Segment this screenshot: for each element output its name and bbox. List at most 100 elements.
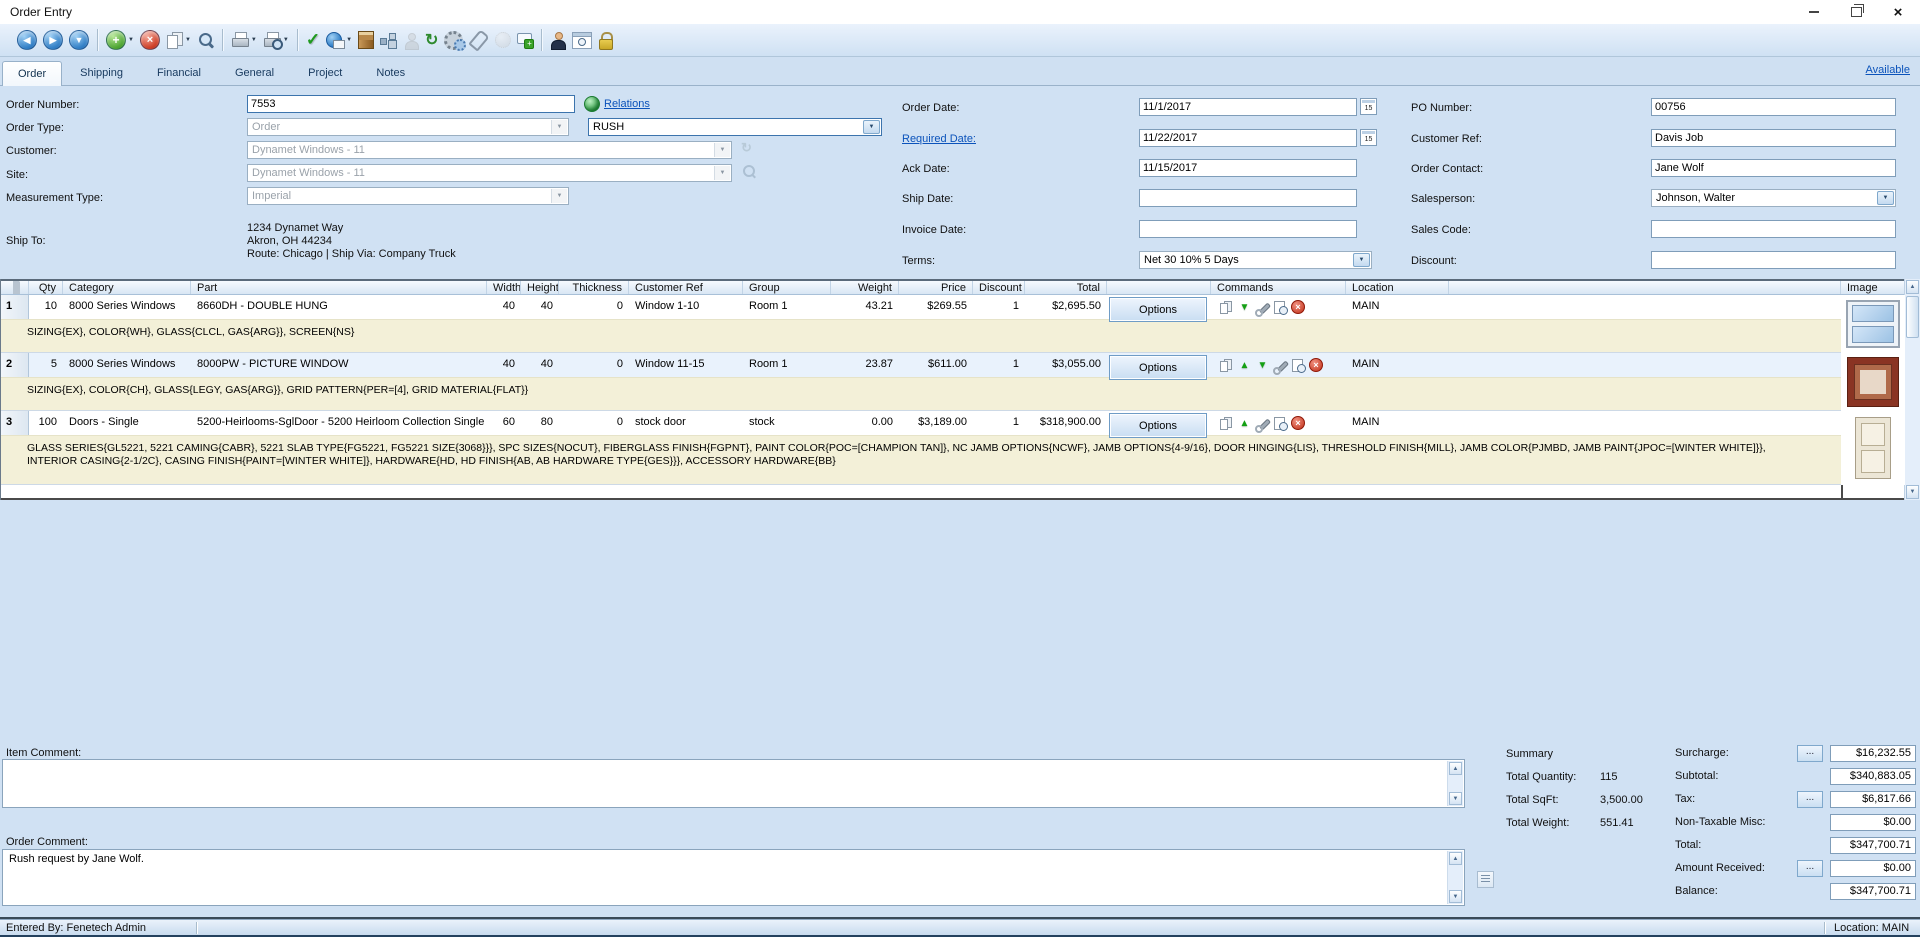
ship-date-input[interactable] [1139,189,1357,207]
delete-icon[interactable]: × [1291,416,1305,430]
chevron-down-icon[interactable]: ▼ [1353,253,1370,267]
tab-shipping[interactable]: Shipping [64,60,139,84]
table-row[interactable]: 3100Doors - Single5200-Heirlooms-SglDoor… [1,411,1905,485]
copy-icon[interactable] [1219,416,1234,431]
scroll-down-icon[interactable]: ▼ [1449,792,1462,805]
surcharge-more-button[interactable]: ... [1797,745,1823,762]
item-data-row[interactable]: 1108000 Series Windows8660DH - DOUBLE HU… [1,295,1841,319]
column-header-weight[interactable]: Weight [831,281,899,294]
discount-input[interactable] [1651,251,1896,269]
required-date-input[interactable] [1139,129,1357,147]
chevron-down-icon[interactable]: ▼ [1877,191,1894,205]
pricing-icon[interactable] [1273,300,1288,315]
relations-link[interactable]: Relations [604,98,650,110]
tab-notes[interactable]: Notes [360,60,421,84]
customer-button[interactable] [547,27,569,53]
amount-received-more-button[interactable]: ... [1797,860,1823,877]
scroll-up-icon[interactable]: ▲ [1449,852,1462,865]
item-comment-box[interactable]: ▲ ▼ [2,759,1465,808]
chevron-down-icon[interactable]: ▼ [128,37,134,43]
recycle-button[interactable]: ↻ [422,27,441,53]
column-header-discount[interactable]: Discount [973,281,1025,294]
back-button[interactable]: ◀ [14,27,40,53]
options-button[interactable]: Options [1109,355,1207,380]
order-date-calendar-icon[interactable]: 15 [1360,98,1377,115]
column-header-image[interactable]: Image [1841,281,1905,294]
table-row[interactable]: 1108000 Series Windows8660DH - DOUBLE HU… [1,295,1905,353]
order-date-input[interactable] [1139,98,1357,116]
scroll-down-icon[interactable]: ▼ [1449,890,1462,903]
move-down-icon[interactable]: ▼ [1237,300,1252,315]
scroll-down-icon[interactable]: ▼ [1906,485,1919,499]
customer-ref-input[interactable] [1651,129,1896,147]
tab-general[interactable]: General [219,60,290,84]
wrench-icon[interactable] [1273,358,1288,373]
delete-icon[interactable]: × [1291,300,1305,314]
validate-button[interactable]: ✓ [303,27,323,53]
po-number-input[interactable] [1651,98,1896,116]
settings-button[interactable] [441,27,466,53]
tree-button[interactable] [377,27,400,53]
chevron-down-icon[interactable]: ▼ [185,37,191,43]
wrench-icon[interactable] [1255,300,1270,315]
pricing-icon[interactable] [1273,416,1288,431]
print-button[interactable]: ▼ [228,27,260,53]
column-header-group[interactable]: Group [743,281,831,294]
item-comment-scrollbar[interactable]: ▲ ▼ [1447,761,1463,806]
column-header-price[interactable]: Price [899,281,973,294]
table-row[interactable]: 258000 Series Windows8000PW - PICTURE WI… [1,353,1905,411]
column-header-height[interactable]: Height [521,281,559,294]
restore-button[interactable] [1842,3,1870,21]
ack-date-input[interactable] [1139,159,1357,177]
forward-button[interactable]: ▶ [40,27,66,53]
attachment-button[interactable] [466,27,492,53]
delete-button[interactable]: × [137,27,163,53]
scrollbar-thumb[interactable] [1906,296,1919,338]
move-down-icon[interactable]: ▼ [1255,358,1270,373]
item-data-row[interactable]: 3100Doors - Single5200-Heirlooms-SglDoor… [1,411,1841,435]
order-contact-input[interactable] [1651,159,1896,177]
comment-add-button[interactable] [514,27,536,53]
scroll-up-icon[interactable]: ▲ [1449,762,1462,775]
required-date-calendar-icon[interactable]: 15 [1360,129,1377,146]
copy-icon[interactable] [1219,358,1234,373]
pricing-icon[interactable] [1291,358,1306,373]
tab-project[interactable]: Project [292,60,358,84]
rush-combo[interactable]: RUSH▼ [588,118,882,136]
order-comment-notes-button[interactable] [1477,871,1494,888]
invoice-date-input[interactable] [1139,220,1357,238]
column-header-category[interactable]: Category [63,281,191,294]
order-comment-scrollbar[interactable]: ▲ ▼ [1447,851,1463,904]
chevron-down-icon[interactable]: ▼ [283,37,289,43]
wrench-icon[interactable] [1255,416,1270,431]
copy-icon[interactable] [1219,300,1234,315]
salesperson-combo[interactable]: Johnson, Walter▼ [1651,189,1896,207]
move-up-icon[interactable]: ▲ [1237,416,1252,431]
delete-icon[interactable]: × [1309,358,1323,372]
available-link[interactable]: Available [1866,64,1910,76]
order-number-input[interactable] [247,95,575,113]
download-button[interactable]: ▼ [66,27,92,53]
toolbar-drag-handle[interactable] [8,30,10,50]
column-header-qty[interactable]: Qty [29,281,63,294]
chevron-down-icon[interactable]: ▼ [251,37,257,43]
minimize-button[interactable] [1800,3,1828,21]
sales-code-input[interactable] [1651,220,1896,238]
order-comment-box[interactable]: Rush request by Jane Wolf. ▲ ▼ [2,849,1465,906]
close-button[interactable]: × [1884,3,1912,21]
column-header-location[interactable]: Location [1346,281,1449,294]
history-button[interactable] [569,27,595,53]
column-header-total[interactable]: Total [1025,281,1107,294]
table-vertical-scrollbar[interactable]: ▲ ▼ [1904,279,1920,500]
tab-order[interactable]: Order [2,61,62,86]
column-header-commands[interactable]: Commands [1211,281,1346,294]
column-header-customerref[interactable]: Customer Ref [629,281,743,294]
column-header-part[interactable]: Part [191,281,487,294]
required-date-link[interactable]: Required Date: [902,133,976,145]
add-button[interactable]: +▼ [103,27,137,53]
search-button[interactable] [194,27,217,53]
terms-combo[interactable]: Net 30 10% 5 Days▼ [1139,251,1372,269]
options-button[interactable]: Options [1109,413,1207,438]
tax-more-button[interactable]: ... [1797,791,1823,808]
column-header-width[interactable]: Width [487,281,521,294]
